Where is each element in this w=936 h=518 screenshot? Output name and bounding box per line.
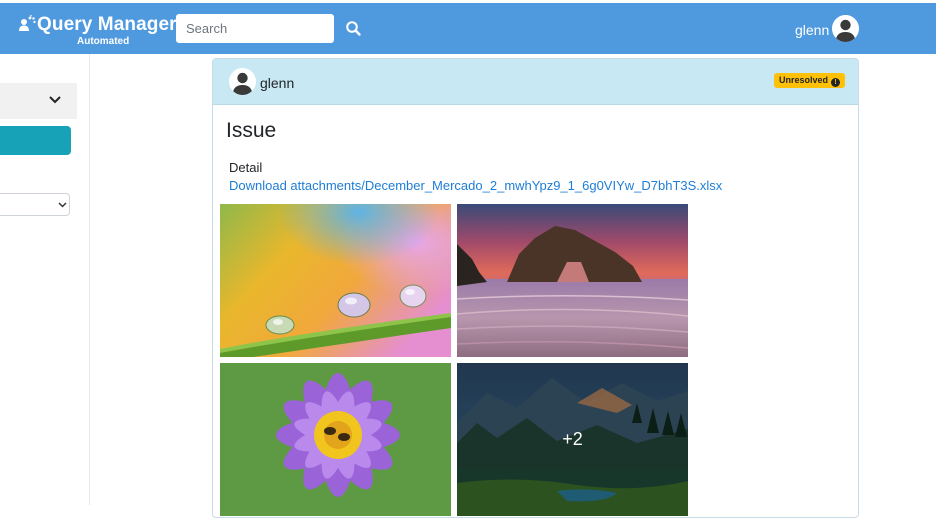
status-badge: Unresolved! bbox=[774, 73, 846, 88]
status-label: Unresolved bbox=[779, 75, 829, 85]
more-images-count: +2 bbox=[562, 429, 583, 449]
issue-title: Issue bbox=[226, 119, 277, 142]
download-attachments-link[interactable]: Download attachments/December_Mercado_2_… bbox=[229, 178, 722, 193]
sidebar-select[interactable] bbox=[0, 193, 70, 216]
issue-author: glenn bbox=[260, 75, 295, 91]
search-input[interactable] bbox=[176, 14, 334, 43]
top-navbar: Query Manager Automated glenn bbox=[0, 3, 936, 54]
info-icon: ! bbox=[831, 78, 841, 87]
brand-title: Query Manager bbox=[37, 14, 177, 35]
attachment-image-3[interactable] bbox=[220, 363, 451, 516]
attachment-image-1[interactable] bbox=[220, 204, 451, 357]
attachment-image-4[interactable]: +2 bbox=[457, 363, 688, 516]
users-icon bbox=[19, 15, 36, 31]
search-icon[interactable] bbox=[345, 20, 362, 37]
avatar-icon[interactable] bbox=[832, 15, 859, 42]
user-menu-name[interactable]: glenn bbox=[795, 22, 829, 38]
chevron-down-icon bbox=[49, 96, 61, 104]
brand-subtitle: Automated bbox=[77, 36, 130, 47]
detail-label: Detail bbox=[229, 160, 263, 175]
issue-card: glenn Unresolved! Issue Detail Download … bbox=[212, 58, 859, 518]
sidebar-dropdown[interactable] bbox=[0, 83, 77, 119]
avatar-icon bbox=[229, 68, 256, 95]
sidebar bbox=[0, 54, 90, 505]
card-header: glenn Unresolved! bbox=[213, 59, 858, 105]
attachment-image-2[interactable] bbox=[457, 204, 688, 357]
chevron-down-icon bbox=[58, 202, 67, 208]
sidebar-action-button[interactable] bbox=[0, 126, 71, 155]
